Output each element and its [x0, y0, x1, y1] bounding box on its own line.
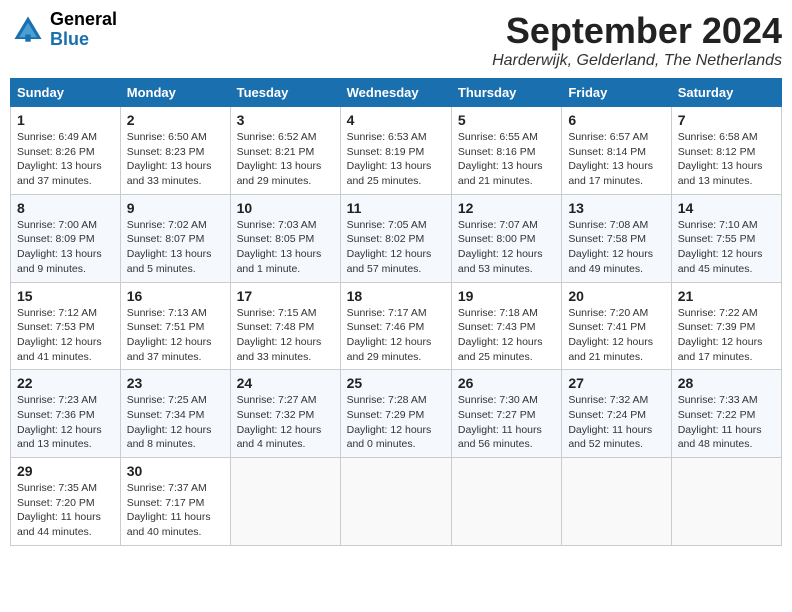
header-sunday: Sunday	[11, 79, 121, 107]
day-6: 6 Sunrise: 6:57 AMSunset: 8:14 PMDayligh…	[562, 107, 671, 195]
location-subtitle: Harderwijk, Gelderland, The Netherlands	[492, 52, 782, 70]
day-3: 3 Sunrise: 6:52 AMSunset: 8:21 PMDayligh…	[230, 107, 340, 195]
empty-cell-3	[451, 458, 561, 546]
day-7: 7 Sunrise: 6:58 AMSunset: 8:12 PMDayligh…	[671, 107, 781, 195]
day-27: 27 Sunrise: 7:32 AMSunset: 7:24 PMDaylig…	[562, 370, 671, 458]
calendar-table: Sunday Monday Tuesday Wednesday Thursday…	[10, 78, 782, 546]
day-12: 12 Sunrise: 7:07 AMSunset: 8:00 PMDaylig…	[451, 194, 561, 282]
empty-cell-4	[562, 458, 671, 546]
day-15: 15 Sunrise: 7:12 AMSunset: 7:53 PMDaylig…	[11, 282, 121, 370]
weekday-header-row: Sunday Monday Tuesday Wednesday Thursday…	[11, 79, 782, 107]
header-saturday: Saturday	[671, 79, 781, 107]
day-25: 25 Sunrise: 7:28 AMSunset: 7:29 PMDaylig…	[340, 370, 451, 458]
day-24: 24 Sunrise: 7:27 AMSunset: 7:32 PMDaylig…	[230, 370, 340, 458]
empty-cell-5	[671, 458, 781, 546]
day-23: 23 Sunrise: 7:25 AMSunset: 7:34 PMDaylig…	[120, 370, 230, 458]
day-29: 29 Sunrise: 7:35 AMSunset: 7:20 PMDaylig…	[11, 458, 121, 546]
header-thursday: Thursday	[451, 79, 561, 107]
header-friday: Friday	[562, 79, 671, 107]
day-22: 22 Sunrise: 7:23 AMSunset: 7:36 PMDaylig…	[11, 370, 121, 458]
day-20: 20 Sunrise: 7:20 AMSunset: 7:41 PMDaylig…	[562, 282, 671, 370]
day-16: 16 Sunrise: 7:13 AMSunset: 7:51 PMDaylig…	[120, 282, 230, 370]
empty-cell-2	[340, 458, 451, 546]
page-header: General Blue September 2024 Harderwijk, …	[10, 10, 782, 70]
header-monday: Monday	[120, 79, 230, 107]
day-5: 5 Sunrise: 6:55 AMSunset: 8:16 PMDayligh…	[451, 107, 561, 195]
day-1: 1 Sunrise: 6:49 AMSunset: 8:26 PMDayligh…	[11, 107, 121, 195]
day-18: 18 Sunrise: 7:17 AMSunset: 7:46 PMDaylig…	[340, 282, 451, 370]
day-28: 28 Sunrise: 7:33 AMSunset: 7:22 PMDaylig…	[671, 370, 781, 458]
week-4-row: 22 Sunrise: 7:23 AMSunset: 7:36 PMDaylig…	[11, 370, 782, 458]
week-1-row: 1 Sunrise: 6:49 AMSunset: 8:26 PMDayligh…	[11, 107, 782, 195]
month-title: September 2024	[492, 10, 782, 52]
logo: General Blue	[10, 10, 117, 50]
day-17: 17 Sunrise: 7:15 AMSunset: 7:48 PMDaylig…	[230, 282, 340, 370]
day-2: 2 Sunrise: 6:50 AMSunset: 8:23 PMDayligh…	[120, 107, 230, 195]
day-9: 9 Sunrise: 7:02 AMSunset: 8:07 PMDayligh…	[120, 194, 230, 282]
title-block: September 2024 Harderwijk, Gelderland, T…	[492, 10, 782, 70]
day-13: 13 Sunrise: 7:08 AMSunset: 7:58 PMDaylig…	[562, 194, 671, 282]
header-wednesday: Wednesday	[340, 79, 451, 107]
day-4: 4 Sunrise: 6:53 AMSunset: 8:19 PMDayligh…	[340, 107, 451, 195]
day-11: 11 Sunrise: 7:05 AMSunset: 8:02 PMDaylig…	[340, 194, 451, 282]
day-21: 21 Sunrise: 7:22 AMSunset: 7:39 PMDaylig…	[671, 282, 781, 370]
week-5-row: 29 Sunrise: 7:35 AMSunset: 7:20 PMDaylig…	[11, 458, 782, 546]
day-10: 10 Sunrise: 7:03 AMSunset: 8:05 PMDaylig…	[230, 194, 340, 282]
logo-icon	[10, 12, 46, 48]
logo-general: General	[50, 10, 117, 30]
logo-text: General Blue	[50, 10, 117, 50]
logo-blue: Blue	[50, 30, 117, 50]
header-tuesday: Tuesday	[230, 79, 340, 107]
day-26: 26 Sunrise: 7:30 AMSunset: 7:27 PMDaylig…	[451, 370, 561, 458]
day-30: 30 Sunrise: 7:37 AMSunset: 7:17 PMDaylig…	[120, 458, 230, 546]
day-14: 14 Sunrise: 7:10 AMSunset: 7:55 PMDaylig…	[671, 194, 781, 282]
week-3-row: 15 Sunrise: 7:12 AMSunset: 7:53 PMDaylig…	[11, 282, 782, 370]
day-8: 8 Sunrise: 7:00 AMSunset: 8:09 PMDayligh…	[11, 194, 121, 282]
week-2-row: 8 Sunrise: 7:00 AMSunset: 8:09 PMDayligh…	[11, 194, 782, 282]
day-19: 19 Sunrise: 7:18 AMSunset: 7:43 PMDaylig…	[451, 282, 561, 370]
empty-cell-1	[230, 458, 340, 546]
